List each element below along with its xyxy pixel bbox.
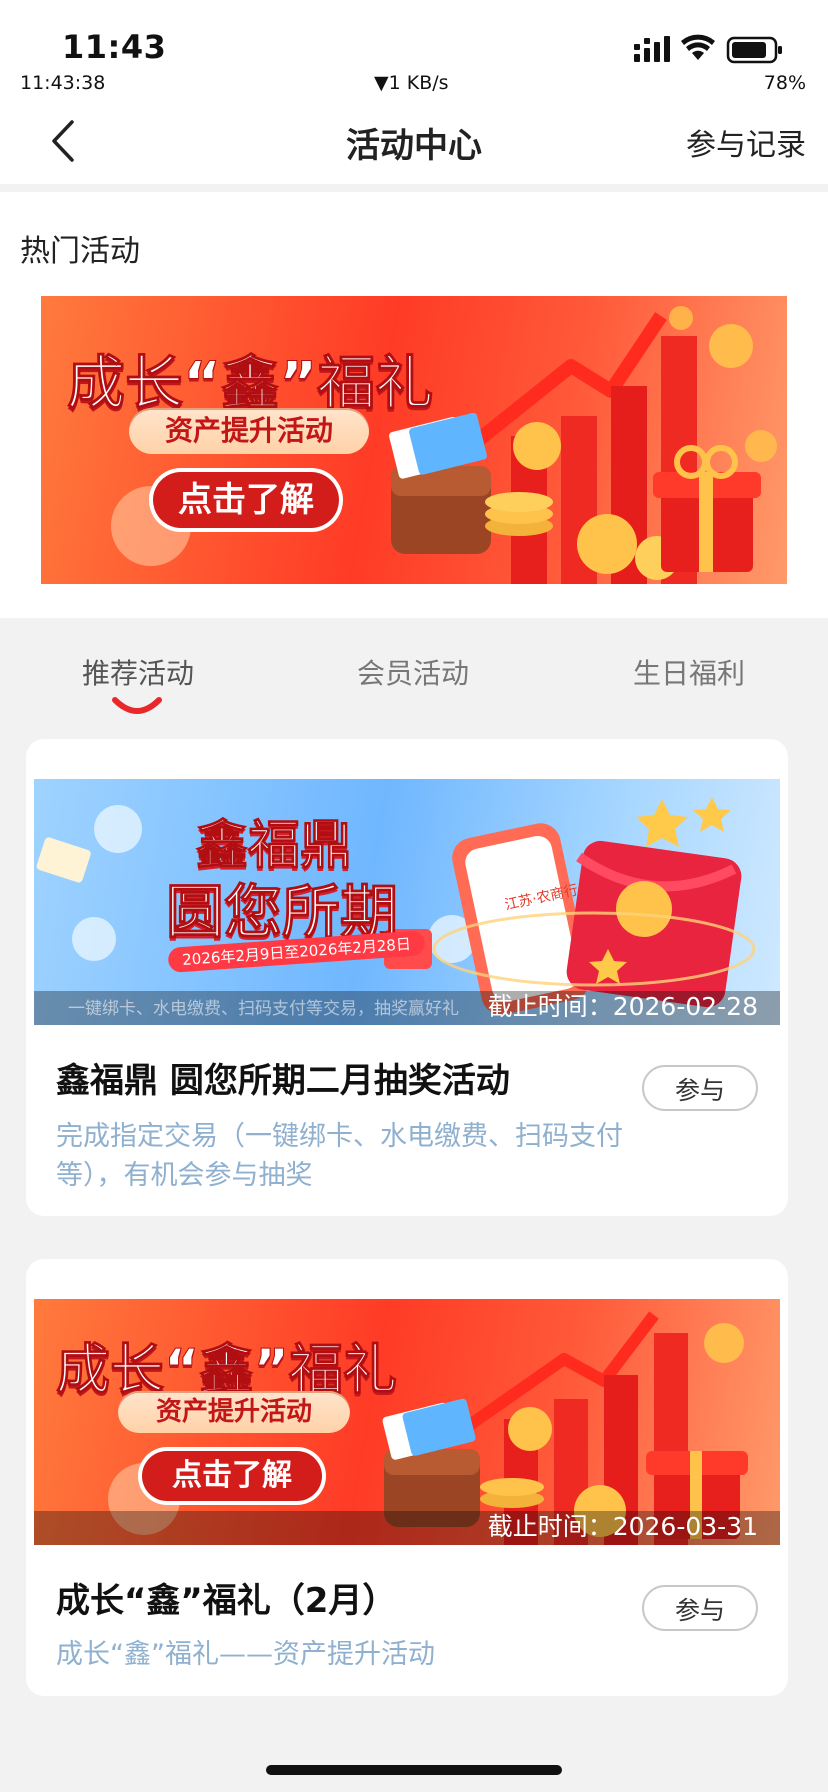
activity-description: 成长“鑫”福礼——资产提升活动 <box>56 1639 435 1670</box>
network-speed: ▼1 KB/s <box>374 72 449 94</box>
tab-birthday[interactable]: 生日福利 <box>633 652 745 692</box>
tab-member[interactable]: 会员活动 <box>357 652 469 692</box>
banner-subtitle: 资产提升活动 <box>118 1391 350 1433</box>
banner-subtitle: 资产提升活动 <box>129 408 369 454</box>
active-tab-indicator <box>112 697 162 714</box>
activity-title: 成长“鑫”福礼（2月） <box>56 1581 397 1621</box>
activity-banner[interactable]: 鑫福鼎 圆您所期 2026年2月9日至2026年2月28日 江苏·农商行 一键绑… <box>34 779 780 1025</box>
hot-activities-section: 热门活动 成长“鑫”福礼 资产提升活动 点击了解 <box>0 192 828 618</box>
cellular-signal-icon <box>634 36 670 62</box>
activity-banner[interactable]: 成长“鑫”福礼 资产提升活动 点击了解 截止时间：2026-03-31 <box>34 1299 780 1545</box>
activity-card[interactable]: 成长“鑫”福礼 资产提升活动 点击了解 截止时间：2026-03-31 成长“鑫… <box>26 1259 788 1696</box>
participation-records-link[interactable]: 参与记录 <box>686 120 806 164</box>
status-time-seconds: 11:43:38 <box>20 72 106 94</box>
tab-recommended[interactable]: 推荐活动 <box>82 652 194 692</box>
deadline-overlay: 截止时间：2026-03-31 <box>34 1511 780 1545</box>
nav-bar: 活动中心 参与记录 <box>0 98 828 184</box>
activity-description: 完成指定交易（一键绑卡、水电缴费、扫码支付等），有机会参与抽奖 <box>56 1121 623 1191</box>
deadline-text: 截止时间：2026-03-31 <box>487 1512 758 1541</box>
battery-percent: 78% <box>763 72 806 94</box>
deadline-text: 截止时间：2026-02-28 <box>487 992 758 1021</box>
banner-learn-more-button[interactable]: 点击了解 <box>153 472 339 528</box>
banner-learn-more-button[interactable]: 点击了解 <box>142 1451 322 1501</box>
deadline-overlay: 一键绑卡、水电缴费、扫码支付等交易，抽奖赢好礼 截止时间：2026-02-28 <box>34 991 780 1025</box>
home-indicator[interactable] <box>266 1765 562 1775</box>
status-icons <box>630 34 800 66</box>
wifi-icon <box>681 34 715 60</box>
hot-activity-banner[interactable]: 成长“鑫”福礼 资产提升活动 点击了解 <box>41 296 787 584</box>
join-button[interactable]: 参与 <box>642 1585 758 1631</box>
activity-title: 鑫福鼎 圆您所期二月抽奖活动 <box>56 1061 510 1101</box>
activity-card[interactable]: 鑫福鼎 圆您所期 2026年2月9日至2026年2月28日 江苏·农商行 一键绑… <box>26 739 788 1216</box>
status-bar: 11:43 11:43:38 ▼1 KB/s 78% <box>0 0 828 98</box>
banner-caption: 一键绑卡、水电缴费、扫码支付等交易，抽奖赢好礼 <box>68 999 459 1019</box>
join-button[interactable]: 参与 <box>642 1065 758 1111</box>
section-title: 热门活动 <box>20 234 140 269</box>
battery-icon <box>726 36 782 64</box>
status-time: 11:43 <box>62 28 167 66</box>
